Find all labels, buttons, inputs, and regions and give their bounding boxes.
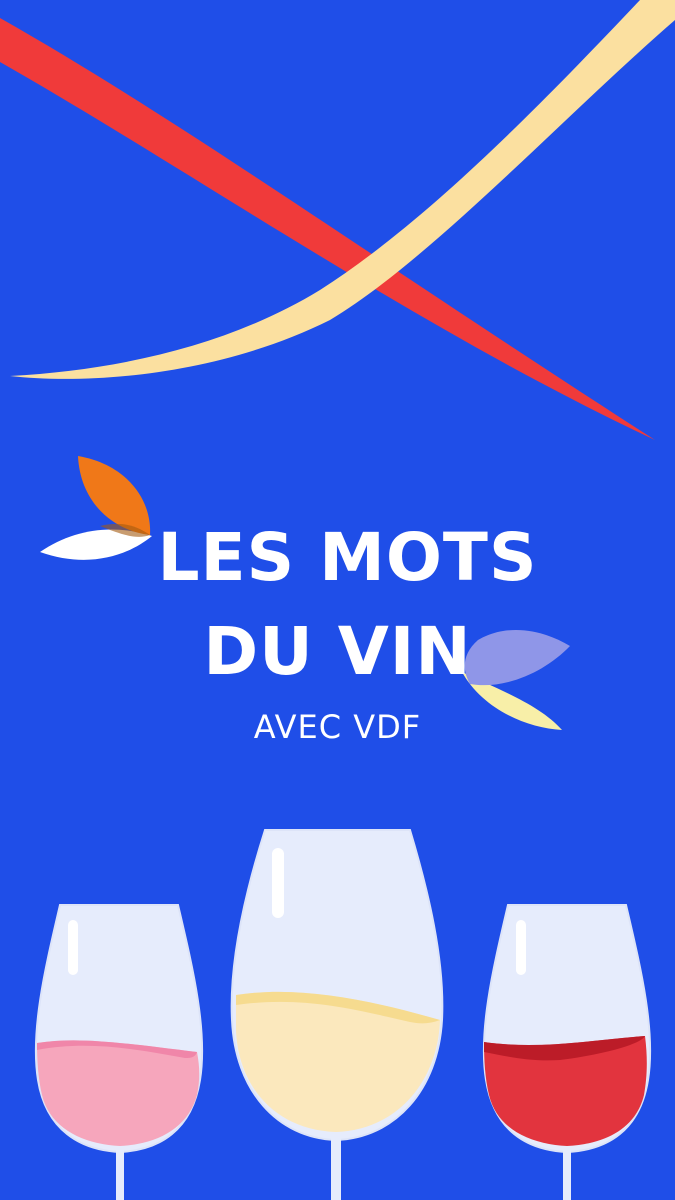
title-line-2: DU VIN [203, 613, 472, 690]
poster: LES MOTS DU VIN AVEC VDF [0, 0, 675, 1200]
wine-glass-icon [34, 904, 204, 1200]
subtitle: AVEC VDF [253, 708, 422, 746]
poster-artwork [0, 0, 675, 1200]
wine-glass-icon [230, 829, 444, 1200]
wine-glass-icon [482, 904, 652, 1200]
title-line-1: LES MOTS [157, 519, 538, 596]
cream-ribbon-icon [10, 0, 675, 379]
